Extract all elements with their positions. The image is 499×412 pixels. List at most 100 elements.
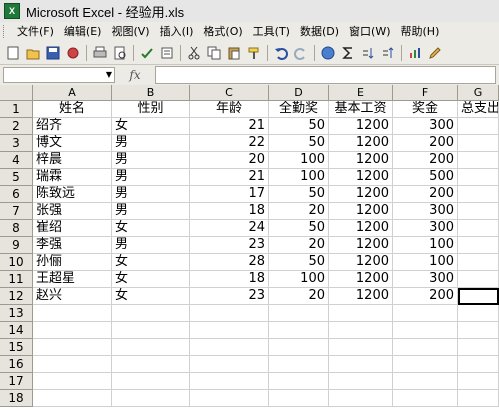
cell-e13[interactable] xyxy=(329,305,393,322)
row-header[interactable]: 14 xyxy=(0,322,33,339)
cell-a16[interactable] xyxy=(33,356,112,373)
cell-a4[interactable]: 梓晨 xyxy=(33,152,112,169)
cell-g4[interactable] xyxy=(458,152,499,169)
cell-c11[interactable]: 18 xyxy=(190,271,269,288)
insert-function-icon[interactable]: fx xyxy=(115,68,155,82)
cell-a17[interactable] xyxy=(33,373,112,390)
cell-b1[interactable]: 性别 xyxy=(112,101,190,118)
cell-f10[interactable]: 100 xyxy=(393,254,458,271)
cell-a11[interactable]: 王超星 xyxy=(33,271,112,288)
cell-g15[interactable] xyxy=(458,339,499,356)
cell-d12[interactable]: 20 xyxy=(269,288,329,305)
row-header[interactable]: 16 xyxy=(0,356,33,373)
column-header-a[interactable]: A xyxy=(33,85,112,101)
cell-a7[interactable]: 张强 xyxy=(33,203,112,220)
cell-b7[interactable]: 男 xyxy=(112,203,190,220)
menu-data[interactable]: 数据(D) xyxy=(295,23,344,40)
column-header-f[interactable]: F xyxy=(393,85,458,101)
cell-e15[interactable] xyxy=(329,339,393,356)
cell-b18[interactable] xyxy=(112,390,190,407)
cell-d13[interactable] xyxy=(269,305,329,322)
cell-a2[interactable]: 绍齐 xyxy=(33,118,112,135)
cell-c17[interactable] xyxy=(190,373,269,390)
research-icon[interactable] xyxy=(159,45,175,61)
menu-tools[interactable]: 工具(T) xyxy=(248,23,295,40)
cell-c9[interactable]: 23 xyxy=(190,237,269,254)
spelling-icon[interactable] xyxy=(139,45,155,61)
cell-g17[interactable] xyxy=(458,373,499,390)
name-box[interactable]: ▼ xyxy=(3,67,115,83)
cell-a18[interactable] xyxy=(33,390,112,407)
cell-f11[interactable]: 300 xyxy=(393,271,458,288)
cell-b14[interactable] xyxy=(112,322,190,339)
cell-d14[interactable] xyxy=(269,322,329,339)
cell-c1[interactable]: 年龄 xyxy=(190,101,269,118)
cell-e12[interactable]: 1200 xyxy=(329,288,393,305)
row-header[interactable]: 1 xyxy=(0,101,33,118)
menu-view[interactable]: 视图(V) xyxy=(106,23,154,40)
cell-f5[interactable]: 500 xyxy=(393,169,458,186)
cell-f4[interactable]: 200 xyxy=(393,152,458,169)
cell-e4[interactable]: 1200 xyxy=(329,152,393,169)
cell-b8[interactable]: 女 xyxy=(112,220,190,237)
cell-d2[interactable]: 50 xyxy=(269,118,329,135)
menu-grip-handle[interactable] xyxy=(3,25,8,38)
cell-g18[interactable] xyxy=(458,390,499,407)
paste-icon[interactable] xyxy=(226,45,242,61)
cell-d11[interactable]: 100 xyxy=(269,271,329,288)
format-painter-icon[interactable] xyxy=(246,45,262,61)
row-header[interactable]: 7 xyxy=(0,203,33,220)
cell-c5[interactable]: 21 xyxy=(190,169,269,186)
cell-g14[interactable] xyxy=(458,322,499,339)
cell-b13[interactable] xyxy=(112,305,190,322)
cell-c16[interactable] xyxy=(190,356,269,373)
cell-b3[interactable]: 男 xyxy=(112,135,190,152)
cell-e5[interactable]: 1200 xyxy=(329,169,393,186)
cell-b15[interactable] xyxy=(112,339,190,356)
menu-format[interactable]: 格式(O) xyxy=(198,23,247,40)
cell-d1[interactable]: 全勤奖 xyxy=(269,101,329,118)
cell-e2[interactable]: 1200 xyxy=(329,118,393,135)
cell-d3[interactable]: 50 xyxy=(269,135,329,152)
cell-c7[interactable]: 18 xyxy=(190,203,269,220)
cell-b16[interactable] xyxy=(112,356,190,373)
cell-f8[interactable]: 300 xyxy=(393,220,458,237)
cell-f14[interactable] xyxy=(393,322,458,339)
cell-a1[interactable]: 姓名 xyxy=(33,101,112,118)
cell-f18[interactable] xyxy=(393,390,458,407)
cell-g2[interactable] xyxy=(458,118,499,135)
cell-d16[interactable] xyxy=(269,356,329,373)
cell-c15[interactable] xyxy=(190,339,269,356)
cell-e11[interactable]: 1200 xyxy=(329,271,393,288)
cell-c12[interactable]: 23 xyxy=(190,288,269,305)
menu-file[interactable]: 文件(F) xyxy=(12,23,59,40)
cell-d4[interactable]: 100 xyxy=(269,152,329,169)
row-header[interactable]: 2 xyxy=(0,118,33,135)
cell-f2[interactable]: 300 xyxy=(393,118,458,135)
cell-e3[interactable]: 1200 xyxy=(329,135,393,152)
cell-e16[interactable] xyxy=(329,356,393,373)
cell-a5[interactable]: 瑞霖 xyxy=(33,169,112,186)
permission-icon[interactable] xyxy=(65,45,81,61)
cell-a9[interactable]: 李强 xyxy=(33,237,112,254)
cell-g6[interactable] xyxy=(458,186,499,203)
row-header[interactable]: 13 xyxy=(0,305,33,322)
menu-insert[interactable]: 插入(I) xyxy=(155,23,199,40)
cell-f12[interactable]: 200 xyxy=(393,288,458,305)
cell-g10[interactable] xyxy=(458,254,499,271)
open-icon[interactable] xyxy=(25,45,41,61)
cell-e9[interactable]: 1200 xyxy=(329,237,393,254)
cell-f17[interactable] xyxy=(393,373,458,390)
cell-d5[interactable]: 100 xyxy=(269,169,329,186)
cell-d9[interactable]: 20 xyxy=(269,237,329,254)
new-icon[interactable] xyxy=(5,45,21,61)
cell-g9[interactable] xyxy=(458,237,499,254)
undo-icon[interactable] xyxy=(273,45,289,61)
cell-g1[interactable]: 总支出 xyxy=(458,101,499,118)
drawing-icon[interactable] xyxy=(427,45,443,61)
cell-e1[interactable]: 基本工资 xyxy=(329,101,393,118)
cell-c18[interactable] xyxy=(190,390,269,407)
cell-a14[interactable] xyxy=(33,322,112,339)
cell-c2[interactable]: 21 xyxy=(190,118,269,135)
cell-f13[interactable] xyxy=(393,305,458,322)
